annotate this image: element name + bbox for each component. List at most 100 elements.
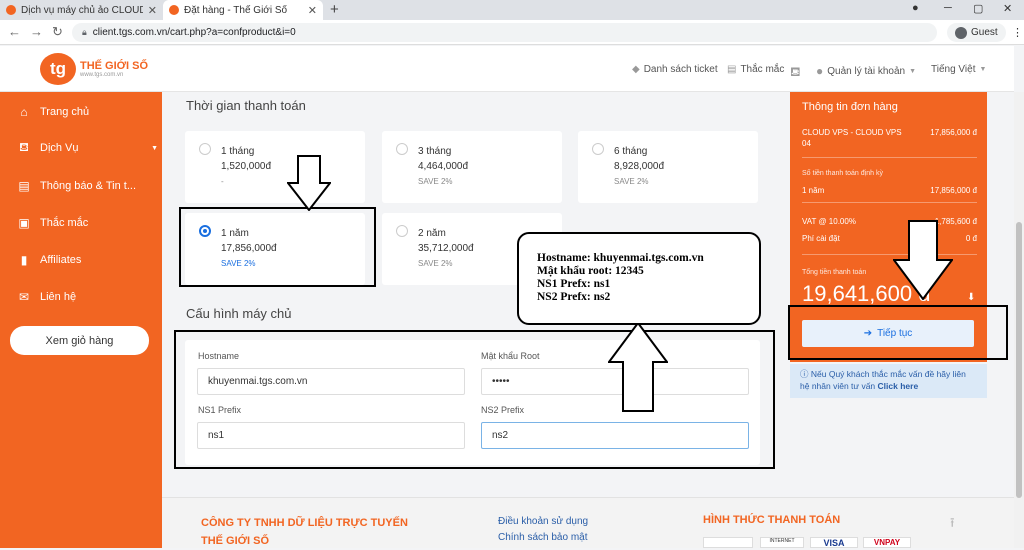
company-name-line: THẾ GIỚI SỐ — [201, 535, 270, 547]
order-product-row: CLOUD VPS - CLOUD VPS 04 17,856,000 đ — [802, 127, 977, 149]
logo-mark: tg — [40, 53, 76, 85]
plan-option-6-months[interactable]: 6 tháng 8,928,000đ SAVE 2% — [578, 131, 758, 203]
bar-chart-icon: ▮ — [20, 253, 28, 267]
user-icon: ● — [816, 64, 824, 78]
sidebar-item-label: Dịch Vụ — [40, 142, 79, 154]
back-icon[interactable]: ← — [8, 24, 21, 39]
profile-label: Guest — [971, 27, 998, 38]
site-logo[interactable]: tg THẾ GIỚI SỐ www.tgs.com.vn — [40, 53, 148, 85]
lock-icon: 🔒︎ — [82, 27, 87, 37]
sidebar-item-faq[interactable]: ▣ Thắc mắc — [18, 214, 158, 232]
terms-link[interactable]: Điều khoản sử dụng — [498, 514, 588, 530]
tab-title: Đặt hàng - Thế Giới Số — [184, 4, 288, 16]
close-tab-icon[interactable]: ✕ — [308, 4, 317, 17]
close-tab-icon[interactable]: ✕ — [148, 4, 157, 17]
sidebar-item-news[interactable]: ▤ Thông báo & Tin t... — [18, 177, 158, 195]
caret-down-icon: ▼ — [151, 144, 158, 152]
view-cart-button[interactable]: Xem giỏ hàng — [10, 326, 149, 355]
language-label: Tiếng Việt — [931, 64, 976, 75]
config-section-title: Cấu hình máy chủ — [186, 306, 292, 321]
tab-title: Dịch vụ máy chủ ảo CLOUD VPS — [21, 4, 143, 16]
plan-term: 6 tháng — [614, 146, 648, 157]
payment-logo-vnpay: VNPAY — [863, 537, 911, 548]
browser-menu-icon[interactable]: ⋮ — [1012, 26, 1023, 39]
highlight-box-config — [174, 330, 775, 469]
document-icon: ▤ — [727, 64, 737, 75]
sidebar-item-label: Trang chủ — [40, 106, 90, 118]
billing-section-title: Thời gian thanh toán — [186, 98, 306, 113]
tab-order[interactable]: Đặt hàng - Thế Giới Số ✕ — [163, 0, 323, 20]
back-to-top-icon[interactable]: ⭱ — [950, 514, 955, 536]
help-notice: ⓘ Nếu Quý khách thắc mắc vấn đề hãy liên… — [790, 364, 987, 398]
sidebar-item-services[interactable]: ⛾ Dịch Vụ ▼ — [18, 139, 158, 157]
logo-name: THẾ GIỚI SỐ — [80, 59, 149, 72]
language-selector[interactable]: Tiếng Việt ▼ — [931, 64, 986, 75]
total-label: Tổng tiền thanh toán — [802, 269, 867, 276]
sidebar-item-home[interactable]: ⌂ Trang chủ — [18, 103, 158, 121]
download-icon[interactable]: ⬇ — [967, 292, 975, 303]
setup-fee-label: Phí cài đặt — [802, 234, 840, 243]
highlight-box-continue — [788, 305, 1008, 360]
nav-faq[interactable]: ▤ Thắc mắc — [727, 64, 784, 75]
plan-price: 4,464,000đ — [418, 161, 469, 172]
footer-company: CÔNG TY TNHH DỮ LIỆU TRỰC TUYẾN THẾ GIỚI… — [201, 514, 408, 550]
period-row: 1 năm 17,856,000 đ — [802, 185, 977, 196]
radio-button[interactable] — [592, 143, 604, 155]
nav-tickets-label: Danh sách ticket — [643, 64, 718, 75]
callout-line: Mật khẩu root: 12345 — [537, 265, 644, 277]
sidebar — [0, 92, 162, 548]
period-price: 17,856,000 đ — [930, 186, 977, 195]
annotation-callout: Hostname: khuyenmai.tgs.com.vn Mật khẩu … — [517, 232, 761, 325]
info-icon: ⓘ — [800, 369, 809, 379]
footer-links: Điều khoản sử dụng Chính sách bảo mật — [498, 514, 588, 546]
tag-icon: ◆ — [632, 64, 640, 75]
document-icon: ▤ — [18, 179, 30, 193]
help-link[interactable]: Click here — [878, 381, 919, 391]
company-name-line: CÔNG TY TNHH DỮ LIỆU TRỰC TUYẾN — [201, 517, 408, 529]
sidebar-item-contact[interactable]: ✉ Liên hệ — [18, 288, 158, 306]
annotation-down-arrow — [893, 220, 953, 300]
sidebar-item-affiliates[interactable]: ▮ Affiliates — [18, 251, 158, 269]
tab-cloud-vps[interactable]: Dịch vụ máy chủ ảo CLOUD VPS ✕ — [0, 0, 163, 20]
plan-option-1-month[interactable]: 1 tháng 1,520,000đ - — [185, 131, 365, 203]
radio-button[interactable] — [396, 143, 408, 155]
radio-button[interactable] — [199, 143, 211, 155]
forward-icon[interactable]: → — [30, 24, 43, 39]
new-tab-button[interactable]: + — [330, 1, 339, 18]
cart-basket-icon[interactable]: ⛾ — [790, 64, 801, 82]
recurring-label-row: Số tiền thanh toán định kỳ — [802, 168, 977, 179]
profile-button[interactable]: Guest — [947, 23, 1006, 42]
product-name: CLOUD VPS - CLOUD VPS 04 — [802, 128, 902, 148]
minimize-icon[interactable]: ─ — [944, 2, 952, 14]
maximize-icon[interactable]: ▢ — [973, 2, 983, 15]
nav-account[interactable]: ● Quản lý tài khoản ▼ — [816, 64, 916, 78]
logo-url: www.tgs.com.vn — [80, 71, 124, 78]
extension-icon[interactable]: ● — [912, 2, 919, 14]
site-favicon-icon — [6, 5, 16, 15]
home-icon: ⌂ — [20, 105, 28, 119]
recurring-label: Số tiền thanh toán định kỳ — [802, 170, 883, 177]
address-bar[interactable]: 🔒︎ client.tgs.com.vn/cart.php?a=confprod… — [72, 23, 937, 42]
period-label: 1 năm — [802, 186, 825, 195]
callout-line: Hostname: khuyenmai.tgs.com.vn — [537, 252, 704, 264]
vat-label: VAT @ 10.00% — [802, 217, 856, 226]
plan-note: SAVE 2% — [418, 177, 453, 186]
plan-term: 3 tháng — [418, 146, 452, 157]
site-favicon-icon — [169, 5, 179, 15]
close-window-icon[interactable]: ✕ — [1003, 2, 1012, 15]
plan-price: 8,928,000đ — [614, 161, 665, 172]
callout-line: NS1 Prefx: ns1 — [537, 278, 611, 290]
payment-logo — [703, 537, 753, 548]
plan-option-3-months[interactable]: 3 tháng 4,464,000đ SAVE 2% — [382, 131, 562, 203]
setup-fee-value: 0 đ — [965, 234, 977, 243]
radio-button[interactable] — [396, 225, 408, 237]
highlight-box-selected-plan — [179, 207, 376, 287]
privacy-link[interactable]: Chính sách bảo mật — [498, 530, 588, 546]
nav-tickets[interactable]: ◆ Danh sách ticket — [632, 64, 718, 75]
annotation-down-arrow — [287, 155, 331, 211]
reload-icon[interactable]: ↻ — [52, 24, 63, 40]
question-icon: ▣ — [18, 216, 30, 230]
scrollbar-thumb[interactable] — [1016, 222, 1022, 498]
product-price: 17,856,000 đ — [930, 128, 977, 137]
callout-line: NS2 Prefx: ns2 — [537, 291, 611, 303]
